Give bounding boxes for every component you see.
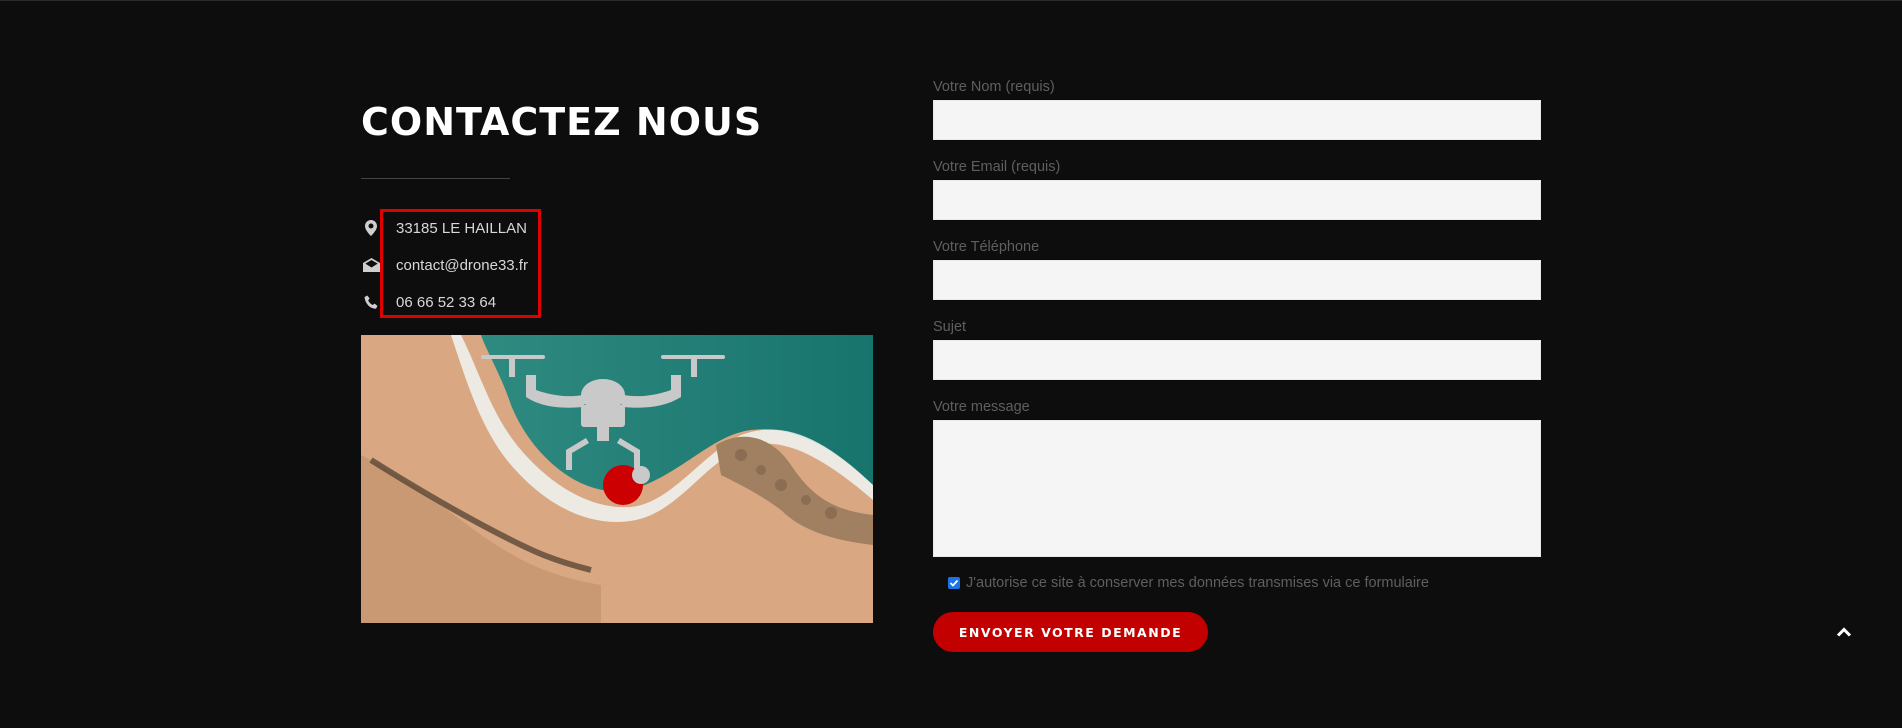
submit-button[interactable]: ENVOYER VOTRE DEMANDE [933, 612, 1208, 652]
address-row: 33185 LE HAILLAN [361, 216, 527, 240]
page-title: CONTACTEZ NOUS [361, 100, 763, 144]
consent-label: J'autorise ce site à conserver mes donné… [966, 575, 1429, 591]
name-label: Votre Nom (requis) [933, 79, 1055, 95]
phone-label: Votre Téléphone [933, 239, 1040, 255]
message-label: Votre message [933, 399, 1030, 415]
consent-row: J'autorise ce site à conserver mes donné… [948, 575, 1429, 591]
message-textarea[interactable] [933, 420, 1541, 557]
drone-beach-image [361, 335, 873, 623]
consent-checkbox[interactable] [948, 577, 960, 589]
title-divider [361, 178, 510, 179]
email-label: Votre Email (requis) [933, 159, 1061, 175]
contact-highlight-box [380, 209, 541, 318]
name-input[interactable] [933, 100, 1541, 140]
scroll-to-top-button[interactable] [1832, 620, 1856, 644]
chevron-up-icon [1836, 627, 1852, 637]
email-row: contact@drone33.fr [361, 253, 528, 277]
email-input[interactable] [933, 180, 1541, 220]
phone-icon [361, 292, 381, 312]
map-marker-icon [361, 218, 381, 238]
phone-row: 06 66 52 33 64 [361, 290, 496, 314]
envelope-open-icon [361, 255, 381, 275]
top-border [0, 0, 1902, 1]
subject-label: Sujet [933, 319, 967, 335]
subject-input[interactable] [933, 340, 1541, 380]
phone-input[interactable] [933, 260, 1541, 300]
